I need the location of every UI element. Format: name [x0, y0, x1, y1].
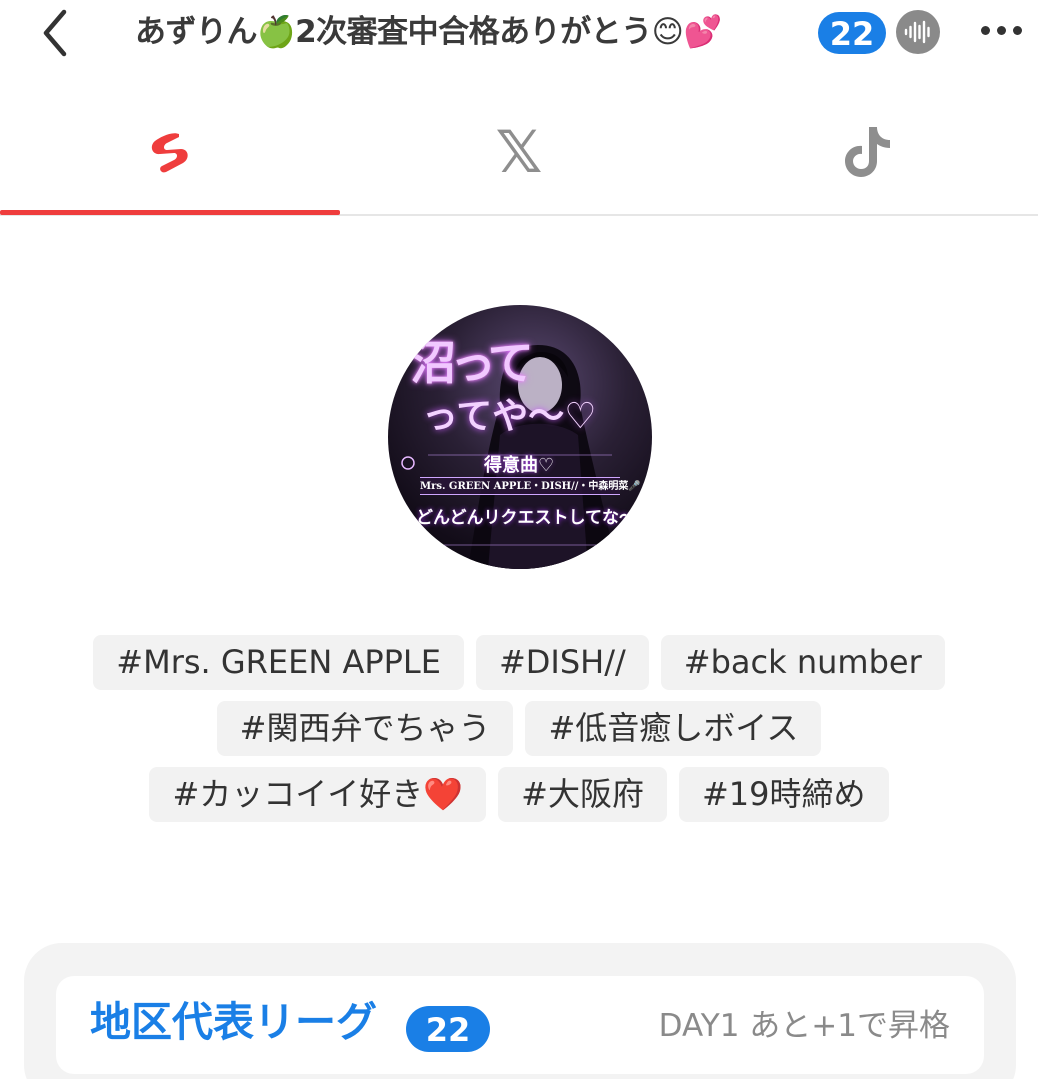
tag-row: #関西弁でちゃう #低音癒しボイス — [60, 701, 978, 756]
tag-row: #カッコイイ好き❤️ #大阪府 #19時締め — [60, 767, 978, 822]
page: あずりん🍏2次審査中合格ありがとう😊💕 22 𝕏 沼って ってや〜♡ 得意曲♡ … — [0, 0, 1038, 1079]
league-card[interactable]: 地区代表リーグ 22 DAY1 あと+1で昇格 — [56, 976, 984, 1074]
active-tab-indicator — [0, 210, 340, 215]
tab-tiktok[interactable] — [698, 90, 1038, 214]
chevron-left-icon — [43, 9, 67, 57]
avatar-text-label: 得意曲♡ — [484, 455, 555, 476]
tag-chip[interactable]: #DISH// — [475, 635, 649, 690]
tag-chip[interactable]: #19時締め — [678, 767, 889, 822]
tab-shorts[interactable] — [0, 90, 340, 214]
league-rank-badge: 22 — [406, 1006, 490, 1052]
tag-list: #Mrs. GREEN APPLE #DISH// #back number #… — [60, 635, 978, 833]
more-button[interactable] — [970, 8, 1032, 52]
league-title: 地区代表リーグ — [90, 998, 377, 1046]
tiktok-icon — [845, 127, 890, 177]
tag-chip[interactable]: #back number — [660, 635, 945, 690]
shorts-icon — [151, 133, 188, 173]
more-dot — [980, 25, 990, 35]
tag-chip[interactable]: #大阪府 — [498, 767, 667, 822]
tag-chip[interactable]: #Mrs. GREEN APPLE — [93, 635, 464, 690]
tag-chip[interactable]: #低音癒しボイス — [525, 701, 822, 756]
avatar-text-title: 沼って — [410, 336, 534, 390]
tag-chip[interactable]: #関西弁でちゃう — [216, 701, 514, 756]
more-dot — [1012, 25, 1022, 35]
waveform-icon — [904, 20, 930, 44]
page-title: あずりん🍏2次審査中合格ありがとう😊💕 — [135, 14, 722, 50]
tag-row: #Mrs. GREEN APPLE #DISH// #back number — [60, 635, 978, 690]
top-bar: あずりん🍏2次審査中合格ありがとう😊💕 22 — [0, 0, 1038, 72]
voice-button[interactable] — [896, 10, 940, 54]
rank-badge: 22 — [818, 12, 886, 54]
league-status: DAY1 あと+1で昇格 — [658, 1008, 950, 1044]
avatar-text-subtitle: ってや〜♡ — [422, 395, 597, 437]
back-button[interactable] — [30, 8, 80, 58]
more-dot — [996, 25, 1006, 35]
avatar-text-request: どんどんリクエストしてな〜🥰 — [416, 508, 652, 528]
avatar-text-artists: Mrs. GREEN APPLE・DISH//・中森明菜🎤 — [420, 477, 641, 495]
profile-avatar[interactable]: 沼って ってや〜♡ 得意曲♡ Mrs. GREEN APPLE・DISH//・中… — [388, 305, 652, 569]
tab-x[interactable]: 𝕏 — [349, 90, 689, 214]
tag-chip[interactable]: #カッコイイ好き❤️ — [149, 767, 487, 822]
social-tabs: 𝕏 — [0, 90, 1038, 216]
x-logo-icon: 𝕏 — [495, 118, 543, 186]
